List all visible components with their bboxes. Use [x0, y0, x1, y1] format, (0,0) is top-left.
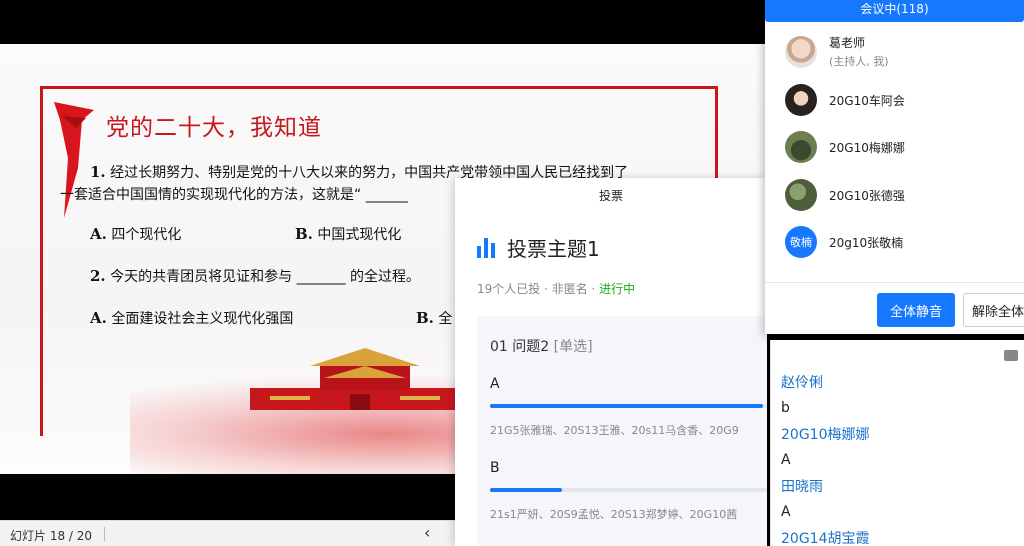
question-1-option-a: A. 四个现代化: [90, 224, 181, 244]
avatar: [785, 131, 817, 163]
slide-title: 党的二十大，我知道: [106, 115, 322, 141]
vote-meta-text: 19个人已投 · 非匿名 ·: [477, 282, 600, 296]
vote-option-b-label: B: [490, 460, 500, 476]
chat-message: A: [781, 504, 791, 520]
vote-option-a-track: [490, 404, 767, 408]
question-title-text: 01 问题2: [490, 339, 550, 355]
participant-role: (主持人, 我): [829, 55, 889, 68]
divider: [104, 527, 105, 541]
participant-name: 葛老师: [829, 36, 866, 50]
slide-control-bar: 幻灯片 18 / 20 ‹: [0, 520, 460, 546]
question-card: 01 问题2 [单选] A 21G5张雅瑞、20S13王雅、20s11马含香、2…: [477, 316, 767, 546]
vote-panel-header: 投票: [598, 189, 623, 203]
participant-item[interactable]: 20G10车阿会: [785, 84, 905, 116]
option-text: 四个现代化: [111, 227, 182, 243]
unmute-all-button[interactable]: 解除全体: [963, 293, 1024, 327]
avatar: [785, 179, 817, 211]
participants-footer: 全体静音 解除全体: [765, 282, 1024, 334]
vote-option-b-bar: [490, 488, 562, 492]
bar-chart-icon: [477, 237, 497, 258]
question-2-text: 今天的共青团员将见证和参与 _______ 的全过程。: [110, 269, 421, 285]
vote-option-b-track: [490, 488, 767, 492]
vote-option-a-bar: [490, 404, 763, 408]
avatar: [785, 84, 817, 116]
chat-sender: 20G14胡宝霞: [781, 531, 870, 546]
participant-item[interactable]: 20G10张德强: [785, 179, 905, 211]
chevron-left-icon[interactable]: ‹: [424, 523, 430, 542]
option-text: 全: [438, 311, 453, 327]
option-letter: B.: [416, 309, 434, 327]
participant-name: 20G10梅娜娜: [829, 140, 905, 155]
vote-option-b-voters: 21s1严妍、20S9孟悦、20S13郑梦婷、20G10茜: [490, 508, 738, 521]
participant-name: 20G10车阿会: [829, 93, 905, 108]
question-type: [单选]: [553, 339, 593, 355]
participants-header: 会议中(118): [765, 0, 1024, 22]
vote-panel: 投票 投票主题1 19个人已投 · 非匿名 · 进行中 01 问题2 [单选] …: [455, 178, 767, 546]
avatar: 敬楠: [785, 226, 817, 258]
participants-panel: 会议中(118) 葛老师 (主持人, 我) 20G10车阿会 20G10梅娜娜 …: [765, 0, 1024, 334]
vote-meta: 19个人已投 · 非匿名 · 进行中: [477, 280, 635, 297]
chat-panel: 赵伶俐 b 20G10梅娜娜 A 田晓雨 A 20G14胡宝霞: [770, 340, 1024, 546]
participant-item[interactable]: 20G10梅娜娜: [785, 131, 905, 163]
question-1-option-b: B. 中国式现代化: [295, 224, 401, 244]
participant-item[interactable]: 葛老师 (主持人, 我): [785, 34, 889, 69]
vote-status: 进行中: [599, 282, 636, 296]
question-1-number: 1.: [90, 163, 106, 181]
question-2-option-b: B. 全: [416, 308, 452, 328]
option-letter: A.: [90, 225, 107, 243]
option-letter: A.: [90, 309, 107, 327]
chat-sender: 20G10梅娜娜: [781, 427, 870, 443]
slide-counter: 幻灯片 18 / 20: [10, 529, 93, 543]
question-2: 2. 今天的共青团员将见证和参与 _______ 的全过程。: [90, 266, 420, 286]
question-1-line-2: 一套适合中国国情的实现现代化的方法，这就是“ ______: [60, 187, 408, 203]
chat-bubble-icon[interactable]: [1004, 350, 1018, 361]
avatar: [785, 35, 817, 68]
chat-message: A: [781, 452, 791, 468]
chat-sender: 赵伶俐: [781, 375, 823, 391]
chat-sender: 田晓雨: [781, 479, 823, 495]
option-text: 中国式现代化: [317, 227, 402, 243]
chat-message: b: [781, 400, 790, 416]
tiananmen-illustration: [250, 348, 470, 410]
mute-all-button[interactable]: 全体静音: [877, 293, 955, 327]
vote-title: 投票主题1: [507, 237, 600, 261]
question-2-option-a: A. 全面建设社会主义现代化强国: [90, 308, 293, 328]
participant-name: 20g10张敬楠: [829, 235, 904, 250]
option-text: 全面建设社会主义现代化强国: [111, 311, 294, 327]
question-title: 01 问题2 [单选]: [490, 336, 593, 356]
option-letter: B.: [295, 225, 313, 243]
vote-option-a-voters: 21G5张雅瑞、20S13王雅、20s11马含香、20G9: [490, 424, 739, 437]
question-2-number: 2.: [90, 267, 106, 285]
participant-item[interactable]: 敬楠 20g10张敬楠: [785, 226, 903, 258]
vote-option-a-label: A: [490, 376, 500, 392]
vote-title-row: 投票主题1: [477, 233, 600, 262]
participant-name: 20G10张德强: [829, 188, 905, 203]
